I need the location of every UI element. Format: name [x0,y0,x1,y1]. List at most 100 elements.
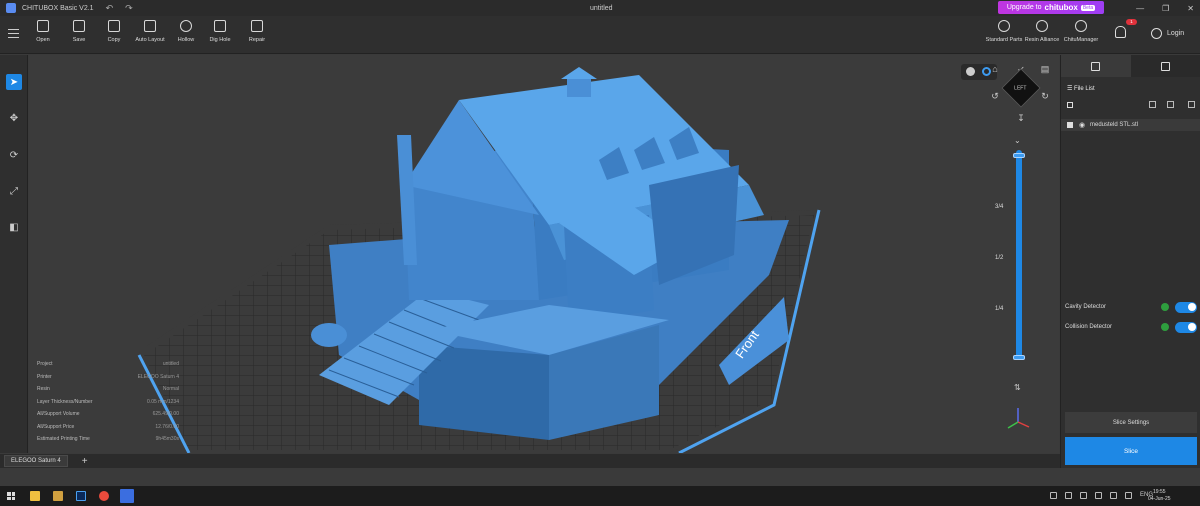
volume-icon[interactable] [1125,492,1132,499]
layer-slider-top-handle[interactable] [1013,153,1025,158]
file-list-toolbar [1067,101,1195,111]
add-file-icon[interactable] [1149,101,1156,108]
select-tool-button[interactable]: ➤ [6,74,22,90]
slice-settings-button[interactable]: Slice Settings [1065,412,1197,433]
dig-hole-button[interactable]: Dig Hole [200,20,240,43]
scale-icon: ⤢ [10,185,18,197]
rotate-right-icon[interactable]: ↻ [1040,91,1050,101]
document-title: untitled [590,4,613,12]
rotate-left-icon[interactable]: ↺ [990,91,1000,101]
file-explorer-icon[interactable] [30,491,40,501]
model-well [311,323,347,347]
layer-slider-track[interactable] [1016,150,1022,360]
close-icon[interactable]: ✕ [1187,4,1194,13]
auto-layout-icon [144,20,156,32]
minimize-icon[interactable]: — [1136,4,1144,13]
slice-button[interactable]: Slice [1065,437,1197,465]
perspective-icon[interactable]: ▤ [1040,64,1050,74]
move-tool-button[interactable]: ✥ [6,110,22,126]
3d-viewport[interactable]: Front [29,55,1059,453]
mirror-tool-button[interactable]: ◧ [6,219,22,235]
save-button[interactable]: Save [59,20,99,43]
info-row: Estimated Printing Time 9h45m30s [37,436,179,442]
auto-layout-button[interactable]: Auto Layout [130,20,170,43]
model-cupola [567,77,591,97]
open-button[interactable]: Open [23,20,63,43]
dig-hole-icon [214,20,226,32]
printer-tab-bar: ELEGOO Saturn 4 + [0,454,1060,468]
add-printer-icon[interactable]: + [82,456,88,467]
layer-up-chevron-icon[interactable]: ⌄ [1014,136,1021,145]
resin-icon [1036,20,1048,32]
home-view-icon[interactable]: ⌂ [990,64,1000,74]
view-down-arrow-icon[interactable]: ↧ [1016,113,1026,123]
file-checkbox[interactable] [1067,122,1073,128]
save-icon [73,20,85,32]
info-row: Resin Normal [37,386,179,392]
restore-icon[interactable]: ❐ [1162,4,1169,13]
layer-swap-icon[interactable]: ⇅ [1014,383,1021,392]
upgrade-button[interactable]: Upgrade to chitubox Beta [998,1,1104,14]
battery-icon[interactable] [1095,492,1102,499]
file-settings-icon [1091,61,1101,71]
cavity-detector-row: Cavity Detector [1065,300,1197,314]
windows-start-icon[interactable] [7,492,15,500]
tray-app-icon-2[interactable] [1080,492,1087,499]
chrome-icon[interactable] [99,491,109,501]
collision-status-icon [1161,323,1169,331]
file-list-title: ☰ File List [1067,86,1095,92]
info-row: All/Support Price 12.76/0.00 [37,423,179,430]
redo-icon[interactable]: ↷ [125,3,133,14]
app-logo-icon [6,3,16,13]
undo-icon[interactable]: ↶ [106,3,114,14]
info-row: Project untitled [37,361,179,367]
scale-tool-button[interactable]: ⤢ [6,183,22,199]
media-icon[interactable] [53,491,63,501]
model-base-front [419,345,549,440]
file-name: medusteld STL.stl [1090,122,1139,128]
printer-tab[interactable]: ELEGOO Saturn 4 [4,455,68,467]
layer-mark-1-4: 1/4 [995,306,1004,312]
trash-icon[interactable] [1188,101,1195,108]
solid-view-icon[interactable] [966,67,975,76]
layer-mark-1-2: 1/2 [995,255,1004,261]
tab-model-library[interactable] [1130,55,1200,77]
chitumanager-button[interactable]: ChituManager [1055,20,1107,43]
mirror-icon: ◧ [9,221,19,233]
axes-gizmo [1007,408,1030,429]
cavity-status-icon [1161,303,1169,311]
rotate-tool-button[interactable]: ⟳ [6,147,22,163]
title-bar: CHITUBOX Basic V2.1 ↶ ↷ untitled Upgrade… [0,0,1200,16]
file-list-item[interactable]: ◉ medusteld STL.stl [1061,119,1200,131]
main-toolbar: Open Save Copy Auto Layout Hollow Dig Ho… [0,16,1200,54]
info-row: All/Support Volume 625.49/0.00 [37,411,179,417]
scene-svg: Front [137,67,821,453]
cavity-detector-toggle[interactable] [1175,301,1197,313]
status-gap [0,468,1200,486]
collision-detector-row: Collision Detector [1065,320,1197,334]
clock[interactable]: 19:55 04-Jun-25 [1148,489,1171,503]
user-icon [1151,28,1162,39]
rotate-icon: ⟳ [9,149,19,161]
repair-button[interactable]: Repair [237,20,277,43]
login-button[interactable]: Login [1151,28,1184,39]
collision-detector-toggle[interactable] [1175,321,1197,333]
notification-badge: 1 [1126,19,1137,25]
left-tool-sidebar: ➤ ✥ ⟳ ⤢ ◧ [0,55,28,453]
tab-file-list[interactable] [1061,55,1131,77]
tray-app-icon[interactable] [1065,492,1072,499]
bell-icon[interactable] [1115,26,1126,38]
project-info-panel: Project untitled Printer ELEGOO Saturn 4 R… [37,361,179,449]
group-icon[interactable] [1167,101,1174,108]
select-all-checkbox[interactable] [1067,102,1073,108]
hollow-icon [180,20,192,32]
photoshop-icon[interactable] [76,491,86,501]
chitubox-taskbar-icon[interactable] [120,489,134,503]
bluetooth-icon[interactable] [1050,492,1057,499]
wifi-icon[interactable] [1110,492,1117,499]
hamburger-menu-icon[interactable] [8,29,19,38]
folder-icon [37,20,49,32]
copy-button[interactable]: Copy [94,20,134,43]
layer-slider-bottom-handle[interactable] [1013,355,1025,360]
eye-icon[interactable]: ◉ [1079,121,1085,129]
